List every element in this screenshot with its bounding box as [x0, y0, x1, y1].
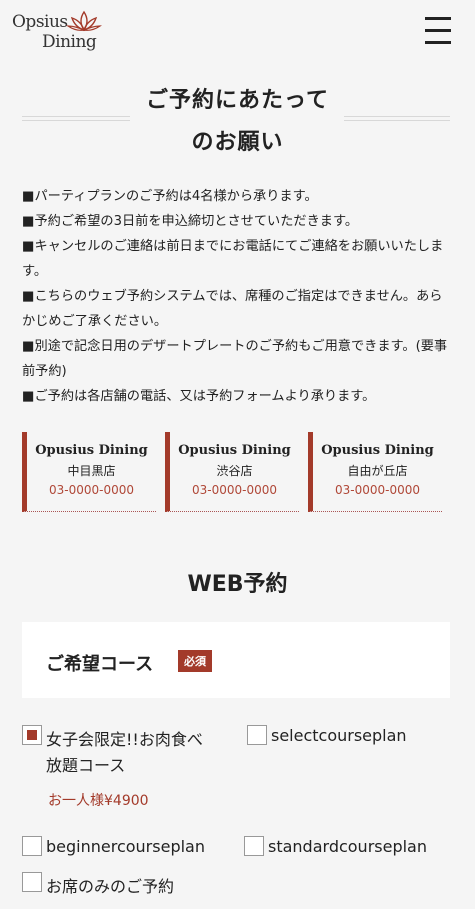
reservation-notes: ■パーティプランのご予約は4名様から承ります。 ■予約ご希望の3日前を申込締切と…	[22, 184, 452, 409]
store-phone-link[interactable]: 03-0000-0000	[170, 483, 299, 497]
store-name: Opusius Dining	[35, 443, 148, 458]
store-list: Opusius Dining 中目黒店 03-0000-0000 Opusius…	[22, 432, 450, 512]
store-branch: 中目黒店	[67, 464, 116, 478]
store-branch: 自由が丘店	[347, 464, 408, 478]
note-item: ■別途で記念日用のデザートプレートのご予約もご用意できます。(要事前予約)	[22, 339, 448, 379]
hamburger-icon[interactable]	[425, 17, 451, 45]
course-option-standard[interactable]: standardcourseplan	[244, 836, 454, 860]
course-label: ご希望コース	[46, 654, 154, 675]
course-option-label: standardcourseplan	[268, 837, 427, 856]
note-item: ■パーティプランのご予約は4名様から承ります。	[22, 189, 318, 204]
page-title-line1: ご予約にあたって	[146, 88, 329, 113]
web-reservation-title: WEB予約	[187, 572, 288, 597]
course-option-girls-party[interactable]: 女子会限定!!お肉食べ放題コース	[22, 725, 222, 777]
course-option-select[interactable]: selectcourseplan	[247, 725, 447, 749]
course-option-label: お席のみのご予約	[46, 877, 175, 896]
course-option-beginner[interactable]: beginnercourseplan	[22, 836, 232, 860]
note-item: ■ご予約は各店舗の電話、又は予約フォームより承ります。	[22, 389, 376, 404]
page-title: ご予約にあたって のお願い	[0, 80, 475, 160]
store-phone-link[interactable]: 03-0000-0000	[313, 483, 442, 497]
course-option-label: beginnercourseplan	[46, 837, 205, 856]
store-branch: 渋谷店	[216, 464, 253, 478]
lotus-icon	[66, 10, 102, 32]
store-name: Opusius Dining	[321, 443, 434, 458]
course-option-label: selectcourseplan	[271, 726, 407, 745]
course-price: お一人様¥4900	[48, 793, 149, 809]
course-option-seat-only[interactable]: お席のみのご予約	[22, 872, 232, 896]
checkbox[interactable]	[22, 872, 42, 892]
title-divider-left	[22, 116, 130, 121]
store-card-jiyugaoka: Opusius Dining 自由が丘店 03-0000-0000	[308, 432, 442, 512]
note-item: ■キャンセルのご連絡は前日までにお電話にてご連絡をお願いいたします。	[22, 239, 444, 279]
course-option-label: 女子会限定!!お肉食べ放題コース	[46, 730, 203, 775]
course-section-header: ご希望コース 必須	[22, 622, 450, 698]
store-card-shibuya: Opusius Dining 渋谷店 03-0000-0000	[165, 432, 299, 512]
checkbox-checked[interactable]	[22, 725, 42, 745]
title-divider-right	[344, 116, 450, 121]
logo-line1: Opsius	[12, 12, 68, 32]
checkbox[interactable]	[22, 836, 42, 856]
page-title-line2: のお願い	[191, 130, 284, 155]
checkbox[interactable]	[244, 836, 264, 856]
store-name: Opusius Dining	[178, 443, 291, 458]
note-item: ■予約ご希望の3日前を申込締切とさせていただきます。	[22, 214, 359, 229]
checkbox[interactable]	[247, 725, 267, 745]
header: Opsius Dining	[0, 0, 475, 62]
required-badge: 必須	[178, 650, 212, 672]
logo[interactable]: Opsius Dining	[8, 8, 108, 54]
note-item: ■こちらのウェブ予約システムでは、席種のご指定はできません。あらかじめご了承くだ…	[22, 289, 443, 329]
store-phone-link[interactable]: 03-0000-0000	[27, 483, 156, 497]
store-card-nakameguro: Opusius Dining 中目黒店 03-0000-0000	[22, 432, 156, 512]
